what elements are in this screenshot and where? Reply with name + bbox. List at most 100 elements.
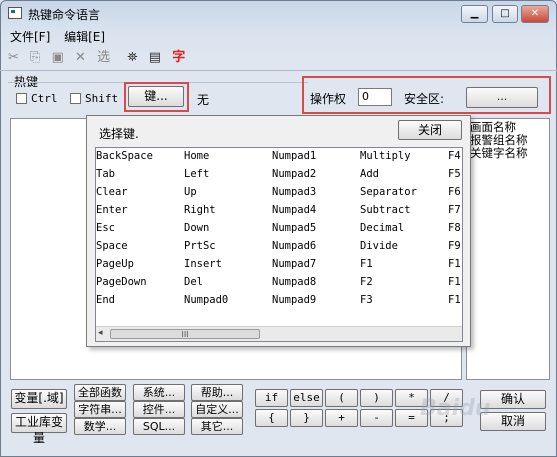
key-option[interactable]: Insert — [184, 258, 222, 270]
paste-icon[interactable]: ▣ — [52, 50, 64, 65]
key-option[interactable]: BackSpace — [96, 150, 153, 162]
key-option[interactable]: Multiply — [360, 150, 411, 162]
key-option[interactable]: Esc — [96, 222, 115, 234]
key-option[interactable]: PageDown — [96, 276, 147, 288]
security-button[interactable]: ... — [466, 87, 538, 108]
key-option[interactable]: Numpad9 — [272, 294, 316, 306]
list-item[interactable]: 关键字名称 — [470, 147, 528, 160]
math-button[interactable]: 数学... — [74, 418, 126, 435]
scroll-grip: III — [181, 330, 189, 339]
shift-checkbox[interactable] — [70, 93, 81, 104]
key-option[interactable]: Subtract — [360, 204, 411, 216]
popup-close-button[interactable]: 关闭 — [398, 120, 462, 140]
key-option[interactable]: F5 — [448, 168, 461, 180]
menu-file[interactable]: 文件[F] — [10, 30, 50, 44]
delete-icon[interactable]: ✕ — [75, 50, 86, 65]
key-option[interactable]: Numpad5 — [272, 222, 316, 234]
maximize-button[interactable]: □ — [492, 5, 518, 23]
operator-button[interactable]: if — [255, 389, 288, 407]
key-option[interactable]: F1 — [448, 276, 461, 288]
system-button[interactable]: 系统... — [133, 384, 185, 401]
popup-title: 选择键. — [99, 127, 139, 141]
key-option[interactable]: Decimal — [360, 222, 404, 234]
key-option[interactable]: Home — [184, 150, 209, 162]
minimize-button[interactable]: ▁ — [461, 5, 488, 23]
custom-button[interactable]: 自定义... — [191, 401, 243, 418]
key-option[interactable]: PrtSc — [184, 240, 216, 252]
key-option[interactable]: Del — [184, 276, 203, 288]
key-option[interactable]: F1 — [360, 258, 373, 270]
scroll-left-icon[interactable]: ◂ — [98, 328, 103, 338]
key-option[interactable]: Divide — [360, 240, 398, 252]
operator-button[interactable]: ) — [360, 389, 393, 407]
font-icon[interactable]: 字 — [172, 46, 185, 65]
key-option[interactable]: F1 — [448, 258, 461, 270]
key-option[interactable]: F9 — [448, 240, 461, 252]
var-button[interactable]: 变量[.域] — [11, 389, 67, 409]
key-option[interactable]: F1 — [448, 294, 461, 306]
other-button[interactable]: 其它... — [191, 418, 243, 435]
menu-bar: 文件[F] 编辑[E] — [10, 28, 115, 45]
string-button[interactable]: 字符串... — [74, 401, 126, 418]
key-select-popup: 选择键. 关闭 BackSpace Tab Clear Enter Esc Space Pa… — [86, 115, 471, 347]
key-option[interactable]: Numpad0 — [184, 294, 228, 306]
toolbar: ✂ ⎘ ▣ ✕ 选 ⛯ ▤ 字 — [8, 46, 192, 68]
key-option[interactable]: Numpad6 — [272, 240, 316, 252]
operator-button[interactable]: } — [290, 409, 323, 427]
close-button[interactable]: ✕ — [521, 5, 549, 23]
key-option[interactable]: F6 — [448, 186, 461, 198]
key-option[interactable]: Enter — [96, 204, 128, 216]
operator-button[interactable]: + — [325, 409, 358, 427]
security-label: 安全区: — [404, 92, 445, 106]
key-option[interactable]: Clear — [96, 186, 128, 198]
scroll-thumb[interactable]: III — [110, 329, 260, 339]
key-option[interactable]: F3 — [360, 294, 373, 306]
ctrl-checkbox[interactable] — [16, 93, 27, 104]
cut-icon[interactable]: ✂ — [8, 50, 19, 65]
key-option[interactable]: Numpad4 — [272, 204, 316, 216]
key-option[interactable]: Numpad3 — [272, 186, 316, 198]
sql-button[interactable]: SQL... — [133, 418, 185, 435]
key-option[interactable]: F4 — [448, 150, 461, 162]
key-option[interactable]: End — [96, 294, 115, 306]
lib-var-button[interactable]: 工业库变量 — [11, 413, 67, 445]
key-option[interactable]: Right — [184, 204, 216, 216]
menu-edit[interactable]: 编辑[E] — [64, 30, 105, 44]
shift-label: Shift — [85, 92, 119, 105]
window-title: 热键命令语言 — [28, 8, 101, 22]
key-option[interactable]: F2 — [360, 276, 373, 288]
app-icon — [8, 7, 22, 19]
find-icon[interactable]: ⛯ — [127, 50, 137, 65]
key-option[interactable]: Space — [96, 240, 128, 252]
key-option[interactable]: Add — [360, 168, 379, 180]
permission-input[interactable]: 0 — [358, 88, 392, 106]
operator-button[interactable]: - — [360, 409, 393, 427]
all-functions-button[interactable]: 全部函数 — [74, 384, 126, 401]
key-option[interactable]: F8 — [448, 222, 461, 234]
operator-button[interactable]: { — [255, 409, 288, 427]
operator-button[interactable]: else — [290, 389, 323, 407]
help-button[interactable]: 帮助... — [191, 384, 243, 401]
key-option[interactable]: Numpad1 — [272, 150, 316, 162]
toolbar-divider — [0, 70, 557, 71]
key-option[interactable]: Separator — [360, 186, 417, 198]
key-option[interactable]: Numpad2 — [272, 168, 316, 180]
control-button[interactable]: 控件... — [133, 401, 185, 418]
select-icon[interactable]: 选 — [97, 46, 110, 65]
key-option[interactable]: F7 — [448, 204, 461, 216]
key-option[interactable]: Up — [184, 186, 197, 198]
operator-button[interactable]: ( — [325, 389, 358, 407]
copy-icon[interactable]: ⎘ — [30, 50, 40, 65]
key-value: 无 — [197, 93, 210, 107]
horizontal-scrollbar[interactable]: ◂ III — [96, 326, 462, 341]
key-option[interactable]: Down — [184, 222, 209, 234]
key-option[interactable]: Left — [184, 168, 209, 180]
key-option[interactable]: PageUp — [96, 258, 134, 270]
key-option[interactable]: Numpad8 — [272, 276, 316, 288]
permission-label: 操作权 — [310, 92, 347, 106]
name-list: 画面名称 报警组名称 关键字名称 — [470, 121, 528, 160]
key-option[interactable]: Tab — [96, 168, 115, 180]
key-option[interactable]: Numpad7 — [272, 258, 316, 270]
replace-icon[interactable]: ▤ — [149, 50, 161, 65]
key-button[interactable]: 键... — [128, 86, 184, 107]
